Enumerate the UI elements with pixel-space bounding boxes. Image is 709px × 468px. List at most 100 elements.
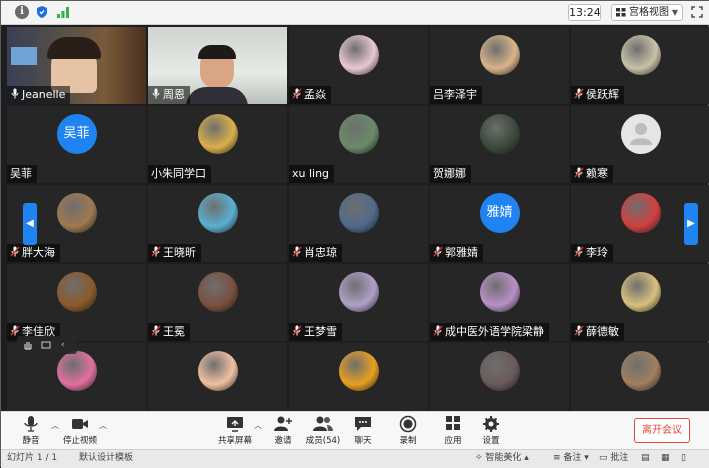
participant-name-tag: 王晓昕 <box>148 244 201 262</box>
photo-avatar <box>338 114 379 154</box>
participant-name: 薛德敏 <box>586 325 619 338</box>
fullscreen-icon[interactable] <box>691 6 703 18</box>
participant-tile[interactable]: xu ling <box>289 106 428 183</box>
hand-icon[interactable] <box>23 340 33 350</box>
microphone-muted-icon <box>574 88 584 99</box>
text-avatar: 雅婧 <box>479 193 520 233</box>
chat-label: 聊天 <box>354 436 372 446</box>
video-options-chevron-icon[interactable]: ︿ <box>99 420 107 431</box>
photo-avatar <box>338 351 379 391</box>
meeting-clock: 13:24 <box>568 4 601 21</box>
comment-icon: ▭ <box>599 453 611 463</box>
invite-button[interactable]: 邀请 <box>261 415 305 449</box>
photo-avatar <box>479 114 520 154</box>
participant-tile[interactable]: 贺娜娜 <box>430 106 569 183</box>
participant-tile[interactable] <box>148 343 287 420</box>
previous-page-button[interactable]: ◀ <box>23 203 37 245</box>
signal-icon[interactable] <box>56 5 70 19</box>
photo-avatar <box>479 272 520 312</box>
participant-tile[interactable]: Jeanelle <box>7 27 146 104</box>
photo-avatar <box>620 193 661 233</box>
participant-tile[interactable]: 李佳欣 <box>7 264 146 341</box>
microphone-muted-icon <box>10 246 20 257</box>
chat-icon <box>355 417 371 431</box>
share-screen-label: 共享屏幕 <box>217 436 252 446</box>
participant-name-tag: 胖大海 <box>7 244 60 262</box>
participant-name: 侯跃辉 <box>586 88 619 101</box>
participant-tile[interactable] <box>430 343 569 420</box>
participant-tile[interactable]: 周恩 <box>148 27 287 104</box>
participant-name-tag: 吴菲 <box>7 165 37 183</box>
slide-sorter-icon[interactable]: ▦ <box>661 450 670 467</box>
microphone-muted-icon <box>292 88 302 99</box>
photo-avatar <box>56 351 97 391</box>
microphone-muted-icon <box>574 167 584 178</box>
leave-meeting-button[interactable]: 离开会议 <box>634 418 690 443</box>
smart-beautify-button[interactable]: ✧ 智能美化 ▴ <box>475 450 529 467</box>
participant-tile[interactable]: 王冕 <box>148 264 287 341</box>
participant-tile[interactable] <box>571 343 709 420</box>
members-label: 成员(54) <box>305 436 341 446</box>
stop-video-button[interactable]: 停止视频 <box>58 415 102 449</box>
normal-view-icon[interactable]: ▤ <box>641 450 650 467</box>
info-icon[interactable]: i <box>15 5 29 19</box>
participant-name: 吴菲 <box>10 167 32 180</box>
microphone-muted-icon <box>151 246 161 257</box>
participant-tile[interactable]: 薛德敏 <box>571 264 709 341</box>
notes-button[interactable]: ≡ 备注 ▾ <box>553 450 589 467</box>
photo-avatar <box>620 35 661 75</box>
participant-name-tag: 赖寒 <box>571 165 613 183</box>
participant-name: 肖忠琼 <box>304 246 337 259</box>
apps-icon <box>446 416 460 430</box>
chat-button[interactable]: 聊天 <box>341 415 385 449</box>
photo-avatar <box>338 35 379 75</box>
smart-beautify-label: 智能美化 <box>485 453 522 463</box>
photo-avatar <box>479 351 520 391</box>
participant-tile[interactable]: 赖寒 <box>571 106 709 183</box>
next-page-button[interactable]: ▶ <box>684 203 698 245</box>
mute-button[interactable]: 静音 <box>9 415 53 449</box>
record-button[interactable]: 录制 <box>386 415 430 449</box>
reading-view-icon[interactable]: ▯ <box>681 450 686 467</box>
camera-icon <box>72 419 88 429</box>
participant-name: Jeanelle <box>22 88 66 101</box>
participant-name-tag: 王冕 <box>148 323 190 341</box>
participant-tile[interactable]: 成中医外语学院梁静 <box>430 264 569 341</box>
participant-name: 贺娜娜 <box>433 167 466 180</box>
participant-tile[interactable]: 雅婧 郭雅婧 <box>430 185 569 262</box>
participant-tile[interactable]: 吴菲 吴菲 <box>7 106 146 183</box>
mute-label: 静音 <box>22 436 40 446</box>
participant-name: 周恩 <box>163 88 185 101</box>
participant-tile[interactable] <box>7 343 146 420</box>
template-name: 默认设计模板 <box>79 453 134 463</box>
photo-avatar <box>197 351 238 391</box>
share-screen-button[interactable]: 共享屏幕 <box>213 415 257 449</box>
comments-button[interactable]: ▭ 批注 <box>599 450 628 467</box>
view-mode-dropdown[interactable]: 宫格视图 ▼ <box>611 4 683 21</box>
photo-avatar <box>197 272 238 312</box>
settings-label: 设置 <box>482 436 500 446</box>
participant-tile[interactable] <box>289 343 428 420</box>
participant-tile[interactable]: 肖忠琼 <box>289 185 428 262</box>
participant-name: 郭雅婧 <box>445 246 478 259</box>
sparkle-icon: ✧ <box>475 453 486 463</box>
photo-avatar <box>197 114 238 154</box>
members-button[interactable]: 成员(54) <box>301 415 345 449</box>
chevron-left-icon[interactable]: ‹ <box>61 340 71 350</box>
person-icon <box>620 114 661 154</box>
settings-button[interactable]: 设置 <box>469 415 513 449</box>
participant-tile[interactable]: 孟焱 <box>289 27 428 104</box>
participant-name-tag: 小朱同学口 <box>148 165 211 183</box>
participant-tile[interactable]: 王晓昕 <box>148 185 287 262</box>
participant-tile[interactable]: 小朱同学口 <box>148 106 287 183</box>
notes-icon: ≡ <box>553 453 564 463</box>
participant-name: 王梦雪 <box>304 325 337 338</box>
participant-tile[interactable]: 吕李泽宇 <box>430 27 569 104</box>
add-user-icon <box>274 416 292 431</box>
caption-icon[interactable] <box>41 340 51 350</box>
participant-name-tag: 贺娜娜 <box>430 165 471 183</box>
slide-info: 幻灯片 1 / 1 <box>7 453 58 463</box>
participant-tile[interactable]: 王梦雪 <box>289 264 428 341</box>
shield-icon[interactable] <box>35 5 49 19</box>
participant-tile[interactable]: 侯跃辉 <box>571 27 709 104</box>
